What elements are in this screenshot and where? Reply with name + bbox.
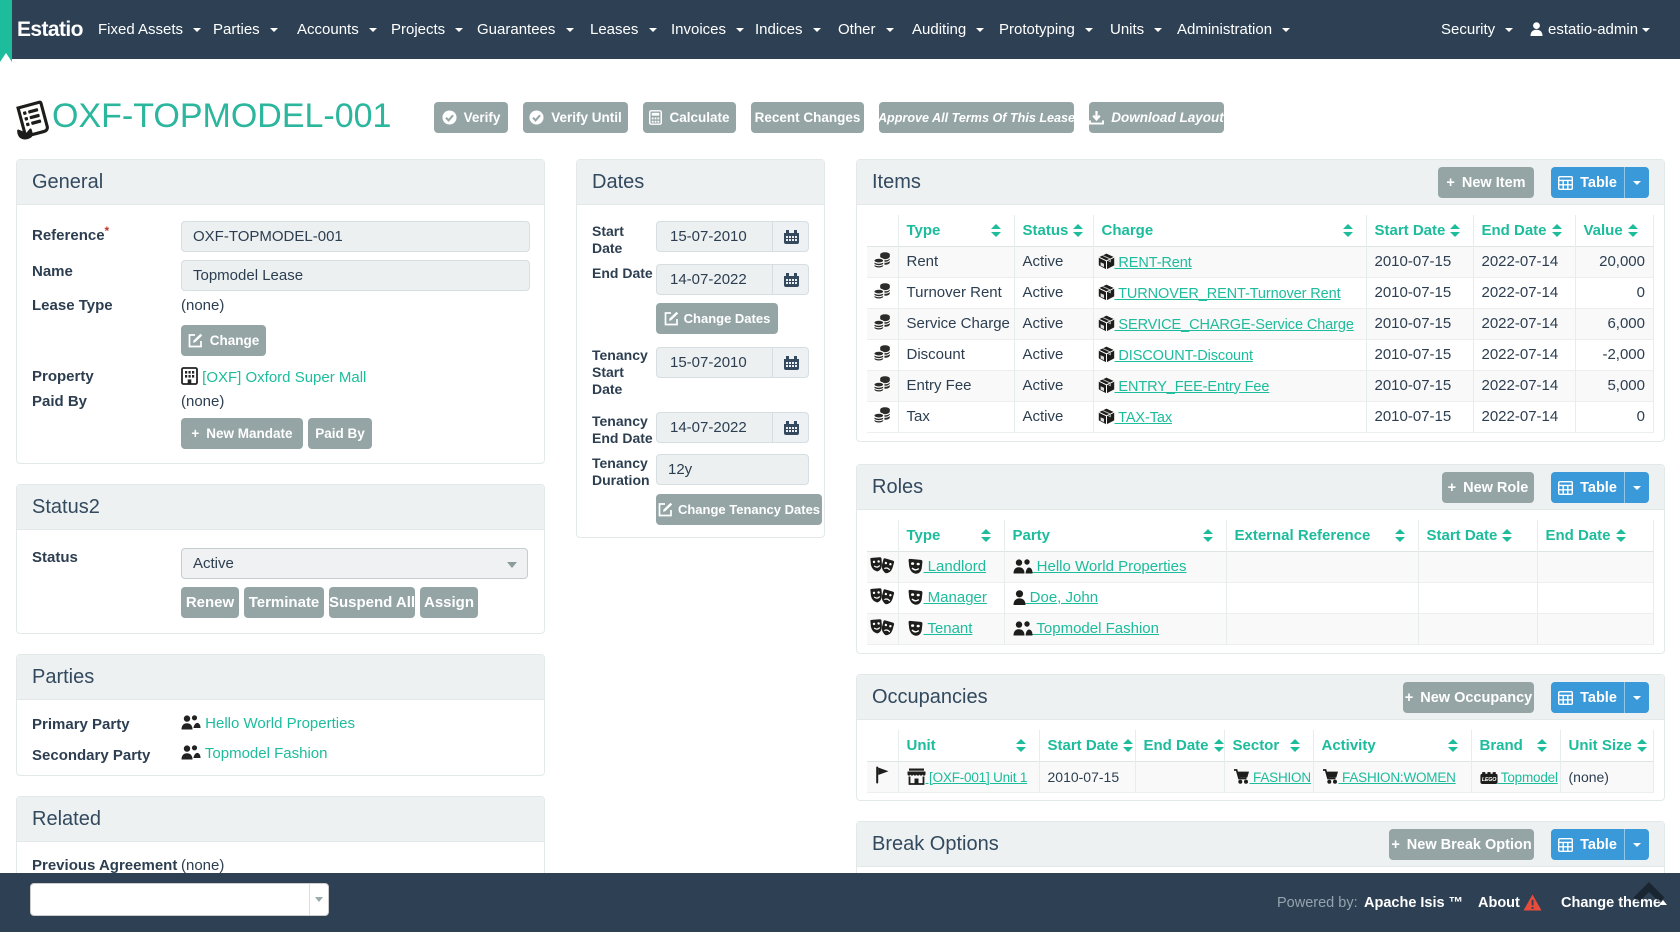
svg-text:LEGO: LEGO [1481, 777, 1496, 783]
